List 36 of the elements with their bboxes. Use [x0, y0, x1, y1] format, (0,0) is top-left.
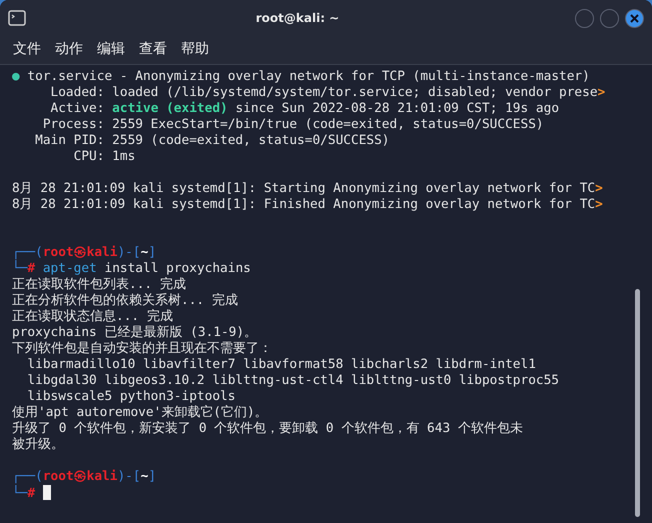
terminal-line: 正在读取软件包列表... 完成: [12, 277, 187, 293]
terminal-icon: [8, 10, 26, 26]
scrollbar[interactable]: [635, 289, 640, 517]
terminal-line: libswscale5 python3-iptools: [26, 389, 236, 405]
terminal-line: 使用'apt autoremove'来卸载它(它们)。: [12, 405, 269, 421]
terminal-line: CPU: 1ms: [72, 149, 136, 165]
terminal-line: Main PID: 2559 (code=exited, status=0/SUCCESS): [34, 133, 391, 149]
menu-item[interactable]: 查看: [134, 38, 172, 60]
terminal-line: libgdal30 libgeos3.10.2 liblttng-ust-ctl4 liblttng-ust0 libpostproc55: [26, 373, 560, 389]
terminal-line: libarmadillo10 libavfilter7 libavformat58 libcharls2 libdrm-intel1: [26, 357, 537, 373]
terminal-line: ● tor.service - Anonymizing overlay network for TCP (multi-instance-master): [12, 69, 591, 85]
terminal-line: Loaded: loaded (/lib/systemd/system/tor.service; disabled; vendor prese>: [50, 85, 606, 101]
terminal-line: Process: 2559 ExecStart=/bin/true (code=exited, status=0/SUCCESS): [42, 117, 545, 133]
close-button[interactable]: [625, 8, 644, 28]
minimize-button[interactable]: [575, 8, 594, 28]
close-icon: [630, 14, 639, 22]
terminal-line: └─# apt-get install proxychains: [12, 261, 252, 277]
terminal-line: 正在读取状态信息... 完成: [12, 309, 174, 325]
window-title: root@kali: ~: [254, 11, 340, 25]
prompt-line: └─#: [12, 485, 635, 501]
menu-item[interactable]: 帮助: [176, 38, 214, 60]
cursor: [43, 485, 52, 500]
terminal-line: ┌──(root㉿kali)-[~]: [12, 245, 158, 260]
terminal-line: 8月 28 21:01:09 kali systemd[1]: Starting Anonymizing overlay network for TC>: [12, 181, 604, 197]
menu-item[interactable]: 文件: [8, 38, 46, 60]
menu-item[interactable]: 编辑: [92, 38, 130, 60]
terminal-line: 被升级。: [12, 437, 65, 453]
terminal-line: ┌──(root㉿kali)-[~]: [12, 469, 158, 485]
menu-item[interactable]: 动作: [50, 38, 88, 60]
terminal-line: Active: active (exited) since Sun 2022-08-28 21:01:09 CST; 19s ago: [50, 101, 560, 117]
terminal-line: 下列软件包是自动安装的并且现在不需要了：: [12, 341, 273, 357]
terminal-line: proxychains 已经是最新版 (3.1-9)。: [12, 325, 258, 341]
terminal-line: 正在分析软件包的依赖关系树... 完成: [12, 293, 239, 309]
terminal-line: 升级了 0 个软件包，新安装了 0 个软件包，要卸载 0 个软件包，有 643 个软件包未: [12, 421, 524, 437]
maximize-button[interactable]: [600, 8, 619, 28]
terminal-line: 8月 28 21:01:09 kali systemd[1]: Finished Anonymizing overlay network for TC>: [12, 197, 604, 213]
